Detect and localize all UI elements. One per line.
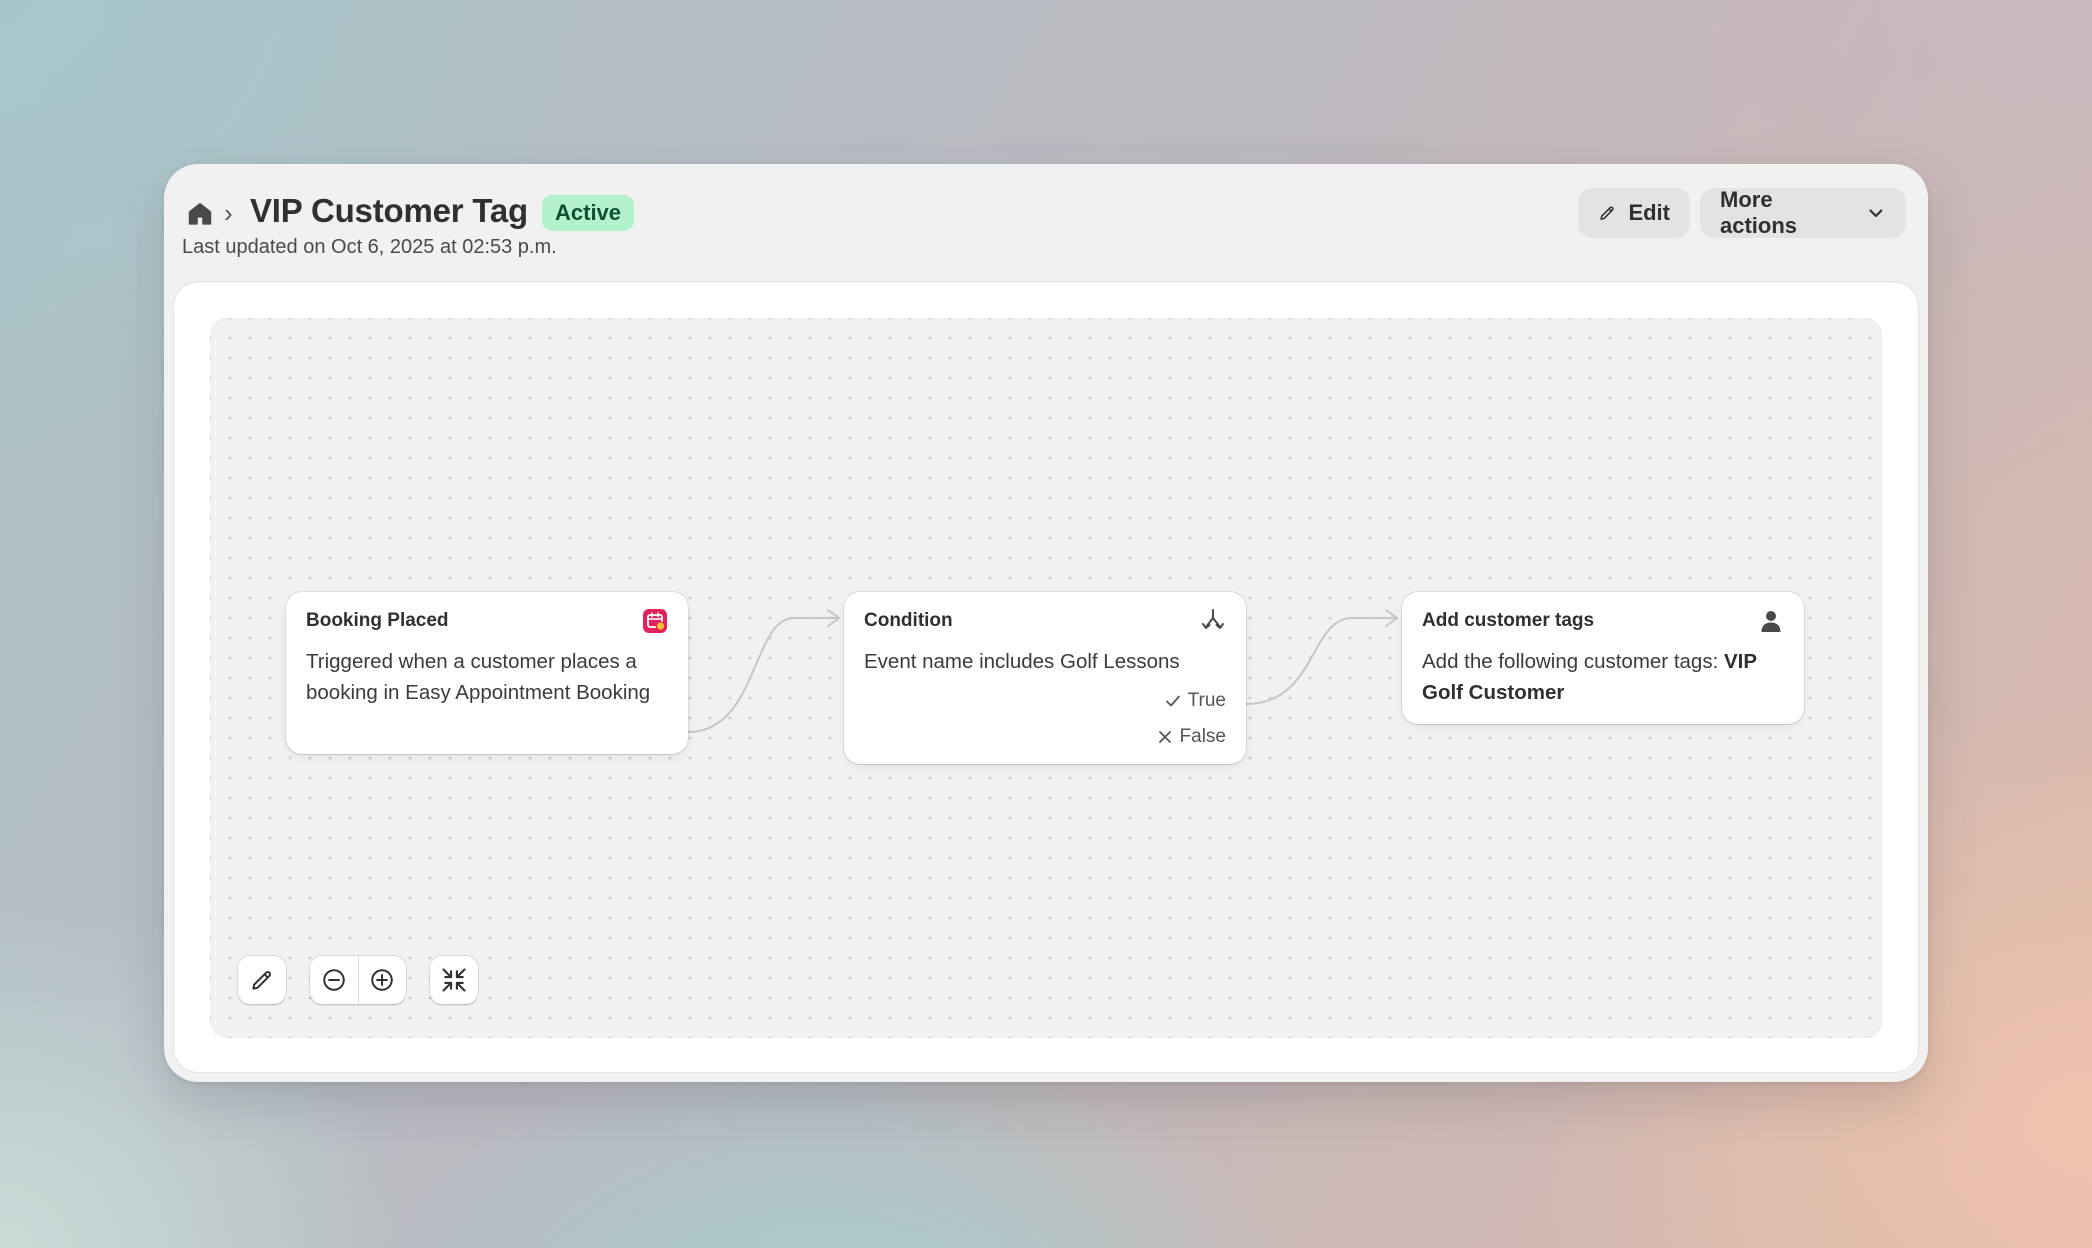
action-node-title: Add customer tags [1422,610,1595,631]
trigger-node[interactable]: Booking Placed Triggered when a customer… [286,592,688,754]
person-icon [1761,611,1781,632]
condition-node[interactable]: Condition Event name includes Golf Lesso… [844,592,1246,764]
trigger-node-title: Booking Placed [306,610,449,631]
condition-node-description: Event name includes Golf Lessons [864,650,1180,673]
zoom-out-icon [323,969,345,991]
pencil-icon [1600,206,1614,220]
workflow-canvas[interactable]: Booking Placed Triggered when a customer… [210,318,1882,1038]
last-updated-text: Last updated on Oct 6, 2025 at 02:53 p.m… [182,236,557,258]
branch-true: True [1164,690,1226,712]
more-actions-button[interactable]: More actions [1700,187,1906,238]
more-actions-label: More actions [1720,187,1798,238]
fit-view-button[interactable] [430,956,478,1004]
page-title: VIP Customer Tag [250,192,528,229]
canvas-edit-button[interactable] [238,956,286,1004]
workflow-window: › VIP Customer Tag Active Last updated o… [164,164,1928,1082]
trigger-node-description: Triggered when a customer places a booki… [306,650,651,704]
connector-trigger-to-condition [687,617,838,733]
branch-icon [1202,609,1224,629]
breadcrumb-separator: › [224,198,233,228]
branch-false-label: False [1179,726,1226,747]
edit-button[interactable]: Edit [1578,188,1690,238]
check-icon [1165,695,1180,707]
branch-true-label: True [1187,690,1226,711]
zoom-controls [310,956,406,1004]
action-description-prefix: Add the following customer tags: [1422,650,1724,673]
action-node-description: Add the following customer tags: VIP Gol… [1422,646,1784,708]
connector-condition-to-action [1245,617,1396,705]
fit-view-icon [442,968,466,992]
branch-false: False [1156,726,1226,748]
page-header: › VIP Customer Tag Active Last updated o… [164,164,1928,282]
content-card: Booking Placed Triggered when a customer… [174,282,1918,1072]
home-icon[interactable] [186,200,214,228]
status-badge: Active [542,195,635,231]
action-node[interactable]: Add customer tags Add the following cust… [1402,592,1804,724]
zoom-out-button[interactable] [310,956,358,1004]
edit-icon [252,971,271,990]
calendar-app-icon [643,609,667,633]
chevron-down-icon [1869,209,1883,218]
x-icon [1158,731,1171,743]
zoom-in-icon [371,969,393,991]
zoom-in-button[interactable] [358,956,406,1004]
condition-node-title: Condition [864,610,953,631]
edit-button-label: Edit [1628,200,1670,225]
